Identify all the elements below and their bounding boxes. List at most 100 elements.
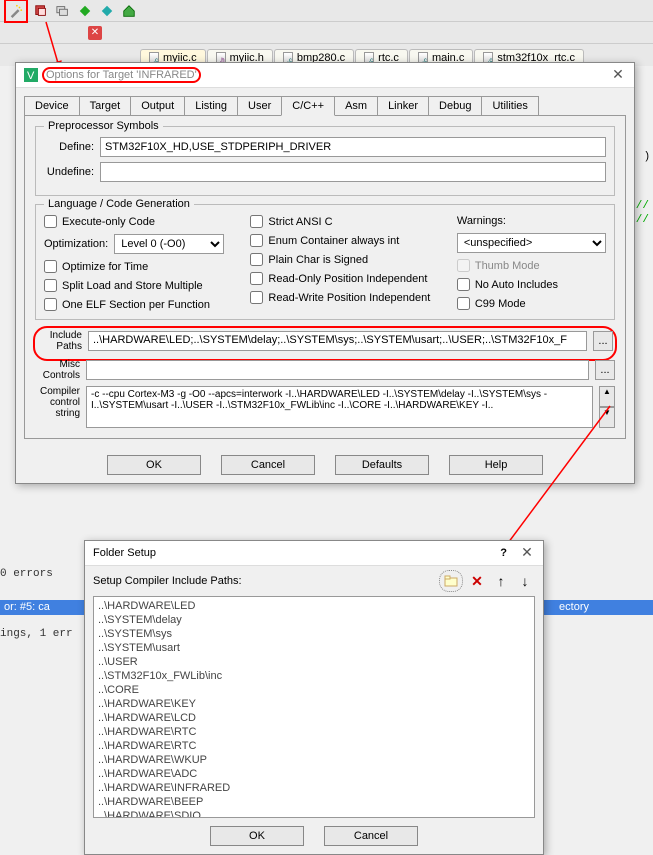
options-panel: Preprocessor Symbols Define: Undefine: L…: [24, 115, 626, 439]
lang-title: Language / Code Generation: [44, 198, 194, 210]
options-dialog: V Options for Target 'INFRARED' ✕ Device…: [15, 62, 635, 484]
lang-group: Language / Code Generation Execute-only …: [35, 204, 615, 320]
close-icon[interactable]: ✕: [610, 67, 626, 83]
warnings-count: ings, 1 err: [0, 628, 73, 640]
delete-path-icon[interactable]: ✕: [467, 572, 487, 590]
move-up-icon[interactable]: ↑: [491, 572, 511, 590]
optimize-time-checkbox[interactable]: Optimize for Time: [44, 260, 230, 273]
readonly-pos-checkbox[interactable]: Read-Only Position Independent: [250, 272, 436, 285]
folder-path-item[interactable]: ..\HARDWARE\LED: [96, 599, 532, 613]
options-buttons: OK Cancel Defaults Help: [16, 447, 634, 483]
preprocessor-group: Preprocessor Symbols Define: Undefine:: [35, 126, 615, 196]
folder-close-icon[interactable]: ✕: [519, 545, 535, 561]
options-tab-utilities[interactable]: Utilities: [481, 96, 538, 116]
options-tab-cc[interactable]: C/C++: [281, 96, 335, 116]
errors-count: 0 errors: [0, 568, 53, 580]
help-button[interactable]: Help: [449, 455, 543, 475]
folder-path-item[interactable]: ..\HARDWARE\KEY: [96, 697, 532, 711]
folder-path-item[interactable]: ..\HARDWARE\INFRARED: [96, 781, 532, 795]
folder-path-item[interactable]: ..\HARDWARE\LCD: [96, 711, 532, 725]
new-path-icon[interactable]: [441, 572, 461, 590]
folder-path-item[interactable]: ..\HARDWARE\ADC: [96, 767, 532, 781]
magic-wand-button[interactable]: [7, 2, 25, 20]
keil-icon: V: [24, 68, 38, 82]
options-title-highlight: Options for Target 'INFRARED': [42, 67, 201, 83]
folder-subtitle: Setup Compiler Include Paths:: [93, 575, 242, 587]
plain-char-checkbox[interactable]: Plain Char is Signed: [250, 253, 436, 266]
folder-path-item[interactable]: ..\HARDWARE\WKUP: [96, 753, 532, 767]
compiler-scroll[interactable]: ▲▼: [599, 386, 615, 428]
folder-ok-button[interactable]: OK: [210, 826, 304, 846]
options-tab-output[interactable]: Output: [130, 96, 185, 116]
options-title-bar: V Options for Target 'INFRARED' ✕: [16, 63, 634, 88]
main-toolbar: [0, 0, 653, 22]
c99-checkbox[interactable]: C99 Mode: [457, 297, 606, 310]
options-tab-target[interactable]: Target: [79, 96, 132, 116]
options-tab-linker[interactable]: Linker: [377, 96, 429, 116]
layers-button[interactable]: [54, 2, 72, 20]
compiler-string-label: Compiler control string: [35, 386, 80, 428]
preprocessor-title: Preprocessor Symbols: [44, 120, 163, 132]
options-tab-user[interactable]: User: [237, 96, 282, 116]
include-paths-label: Include Paths: [37, 330, 82, 352]
home-button[interactable]: [120, 2, 138, 20]
options-tab-device[interactable]: Device: [24, 96, 80, 116]
options-tab-debug[interactable]: Debug: [428, 96, 482, 116]
folder-setup-dialog: Folder Setup ? ✕ Setup Compiler Include …: [84, 540, 544, 855]
misc-browse-button[interactable]: ...: [595, 360, 615, 380]
folder-path-item[interactable]: ..\SYSTEM\usart: [96, 641, 532, 655]
diamond-teal-button[interactable]: [98, 2, 116, 20]
options-tab-asm[interactable]: Asm: [334, 96, 378, 116]
move-down-icon[interactable]: ↓: [515, 572, 535, 590]
undefine-label: Undefine:: [44, 166, 94, 178]
optimization-label: Optimization:: [44, 238, 108, 250]
misc-controls-label: Misc Controls: [35, 359, 80, 381]
thumb-mode-checkbox[interactable]: Thumb Mode: [457, 259, 606, 272]
options-tab-listing[interactable]: Listing: [184, 96, 238, 116]
folder-path-item[interactable]: ..\HARDWARE\RTC: [96, 725, 532, 739]
options-tabs: DeviceTargetOutputListingUserC/C++AsmLin…: [16, 88, 634, 116]
compiler-string-display: -c --cpu Cortex-M3 -g -O0 --apcs=interwo…: [86, 386, 593, 428]
define-label: Define:: [44, 141, 94, 153]
warnings-label: Warnings:: [457, 215, 606, 227]
folder-path-item[interactable]: ..\HARDWARE\BEEP: [96, 795, 532, 809]
include-paths-highlight: Include Paths ..\HARDWARE\LED;..\SYSTEM\…: [33, 326, 617, 361]
one-elf-checkbox[interactable]: One ELF Section per Function: [44, 298, 230, 311]
undefine-input[interactable]: [100, 162, 606, 182]
warnings-select[interactable]: <unspecified>: [457, 233, 606, 253]
strict-ansi-checkbox[interactable]: Strict ANSI C: [250, 215, 436, 228]
folder-path-item[interactable]: ..\CORE: [96, 683, 532, 697]
cancel-button[interactable]: Cancel: [221, 455, 315, 475]
close-doc-icon[interactable]: ✕: [88, 26, 102, 40]
secondary-toolbar: ✕: [0, 22, 653, 44]
misc-controls-input[interactable]: [86, 360, 589, 380]
folder-buttons: OK Cancel: [85, 818, 543, 854]
svg-text:V: V: [27, 70, 35, 82]
folder-cancel-button[interactable]: Cancel: [324, 826, 418, 846]
wand-highlight: [4, 0, 28, 23]
folder-path-item[interactable]: ..\HARDWARE\SDIO: [96, 809, 532, 818]
no-auto-checkbox[interactable]: No Auto Includes: [457, 278, 606, 291]
folder-toolbar: ✕ ↑ ↓: [439, 570, 535, 592]
optimization-select[interactable]: Level 0 (-O0): [114, 234, 224, 254]
enum-container-checkbox[interactable]: Enum Container always int: [250, 234, 436, 247]
download-button[interactable]: [76, 2, 94, 20]
folder-path-item[interactable]: ..\USER: [96, 655, 532, 669]
execute-only-checkbox[interactable]: Execute-only Code: [44, 215, 230, 228]
help-icon[interactable]: ?: [500, 547, 507, 559]
defaults-button[interactable]: Defaults: [335, 455, 429, 475]
target-button[interactable]: [32, 2, 50, 20]
include-paths-browse-button[interactable]: ...: [593, 331, 613, 351]
define-input[interactable]: [100, 137, 606, 157]
folder-path-item[interactable]: ..\STM32F10x_FWLib\inc: [96, 669, 532, 683]
folder-list[interactable]: ..\HARDWARE\LED..\SYSTEM\delay..\SYSTEM\…: [93, 596, 535, 818]
split-load-checkbox[interactable]: Split Load and Store Multiple: [44, 279, 230, 292]
folder-title-bar: Folder Setup ? ✕: [85, 541, 543, 566]
ok-button[interactable]: OK: [107, 455, 201, 475]
folder-path-item[interactable]: ..\SYSTEM\sys: [96, 627, 532, 641]
readwrite-pos-checkbox[interactable]: Read-Write Position Independent: [250, 291, 436, 304]
folder-path-item[interactable]: ..\HARDWARE\RTC: [96, 739, 532, 753]
include-paths-input[interactable]: ..\HARDWARE\LED;..\SYSTEM\delay;..\SYSTE…: [88, 331, 587, 351]
folder-path-item[interactable]: ..\SYSTEM\delay: [96, 613, 532, 627]
folder-title: Folder Setup: [93, 547, 156, 559]
